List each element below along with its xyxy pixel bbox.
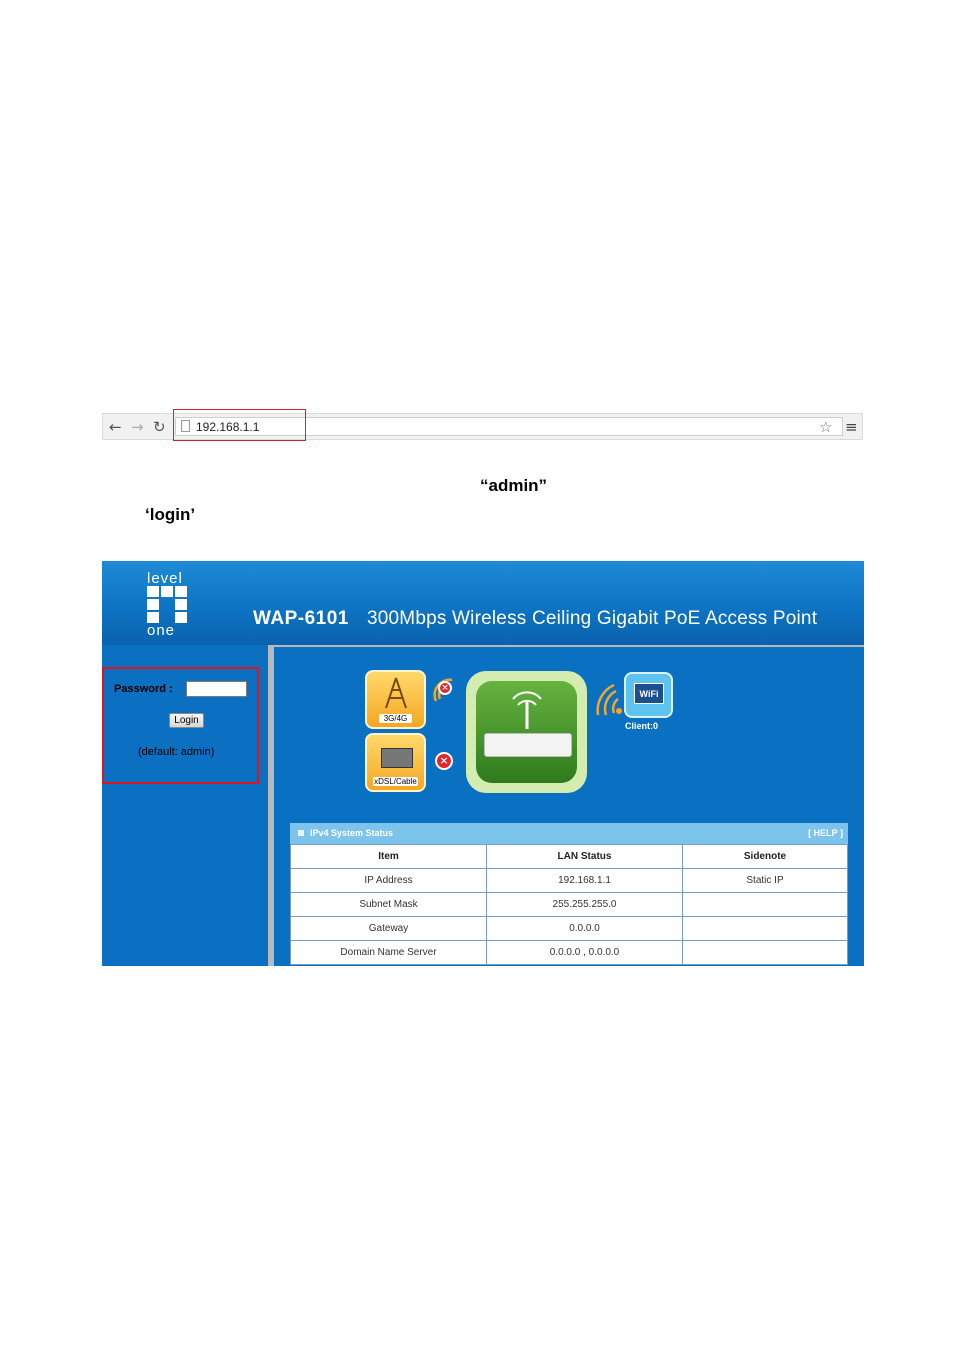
table-row: Domain Name Server 0.0.0.0 , 0.0.0.0: [290, 940, 848, 965]
modem-icon: [381, 748, 413, 768]
mobile-tile: 3G/4G: [365, 670, 426, 729]
levelone-logo: [147, 586, 187, 624]
cell-tower-icon: [385, 677, 407, 709]
table-cell: 192.168.1.1: [486, 868, 683, 893]
admin-quote: “admin”: [480, 476, 548, 495]
status-table-title: IPv4 System Status: [310, 828, 394, 838]
status-table: Item LAN Status Sidenote IP Address 192.…: [290, 844, 848, 965]
product-name: WAP-6101: [253, 608, 349, 629]
wifi-dot: [616, 708, 622, 714]
dsl-tile: xDSL/Cable: [365, 733, 426, 792]
product-description: 300Mbps Wireless Ceiling Gigabit PoE Acc…: [367, 608, 818, 629]
table-cell: Domain Name Server: [290, 940, 487, 965]
table-cell: 0.0.0.0: [486, 916, 683, 941]
column-header: LAN Status: [486, 844, 683, 869]
mobile-tile-label: 3G/4G: [379, 714, 412, 723]
table-cell: 255.255.255.0: [486, 892, 683, 917]
star-icon[interactable]: ☆: [819, 418, 832, 436]
status-table-header: IPv4 System Status [ HELP ]: [290, 823, 848, 844]
reload-icon[interactable]: ↻: [153, 418, 166, 436]
login-highlight-box: [102, 667, 259, 784]
client-count: Client:0: [625, 721, 659, 731]
back-arrow-icon[interactable]: ←: [109, 418, 122, 436]
logo-top-text: level: [147, 570, 183, 587]
login-quote: ‘login’: [145, 505, 196, 524]
device-login-screenshot: level one WAP-6101 300Mbps Wireless Ceil…: [102, 561, 864, 966]
antenna-icon: [512, 691, 542, 729]
url-highlight-box: [173, 409, 306, 441]
column-header: Sidenote: [682, 844, 848, 869]
table-header-row: Item LAN Status Sidenote: [290, 844, 848, 869]
logo-bottom-text: one: [147, 622, 176, 639]
wifi-laptop-icon: WiFi: [634, 683, 664, 704]
table-cell: IP Address: [290, 868, 487, 893]
table-cell: [682, 916, 848, 941]
column-header: Item: [290, 844, 487, 869]
table-cell: Gateway: [290, 916, 487, 941]
table-row: IP Address 192.168.1.1 Static IP: [290, 868, 848, 893]
access-point-tile: [476, 681, 577, 783]
table-cell: Subnet Mask: [290, 892, 487, 917]
bullet-icon: [298, 830, 304, 836]
table-cell: Static IP: [682, 868, 848, 893]
help-link[interactable]: [ HELP ]: [808, 828, 843, 838]
table-cell: [682, 940, 848, 965]
disconnected-icon: ×: [435, 752, 453, 770]
table-cell: [682, 892, 848, 917]
table-cell: 0.0.0.0 , 0.0.0.0: [486, 940, 683, 965]
disconnected-icon: ×: [438, 681, 452, 695]
sidebar-divider: [268, 645, 274, 966]
table-row: Gateway 0.0.0.0: [290, 916, 848, 941]
forward-arrow-icon[interactable]: →: [131, 418, 144, 436]
access-point-device: [484, 733, 572, 757]
wifi-client-tile: WiFi: [624, 672, 673, 718]
menu-icon[interactable]: ≡: [845, 418, 858, 436]
dsl-tile-label: xDSL/Cable: [373, 777, 418, 786]
header-banner: level one WAP-6101 300Mbps Wireless Ceil…: [102, 561, 864, 645]
table-row: Subnet Mask 255.255.255.0: [290, 892, 848, 917]
